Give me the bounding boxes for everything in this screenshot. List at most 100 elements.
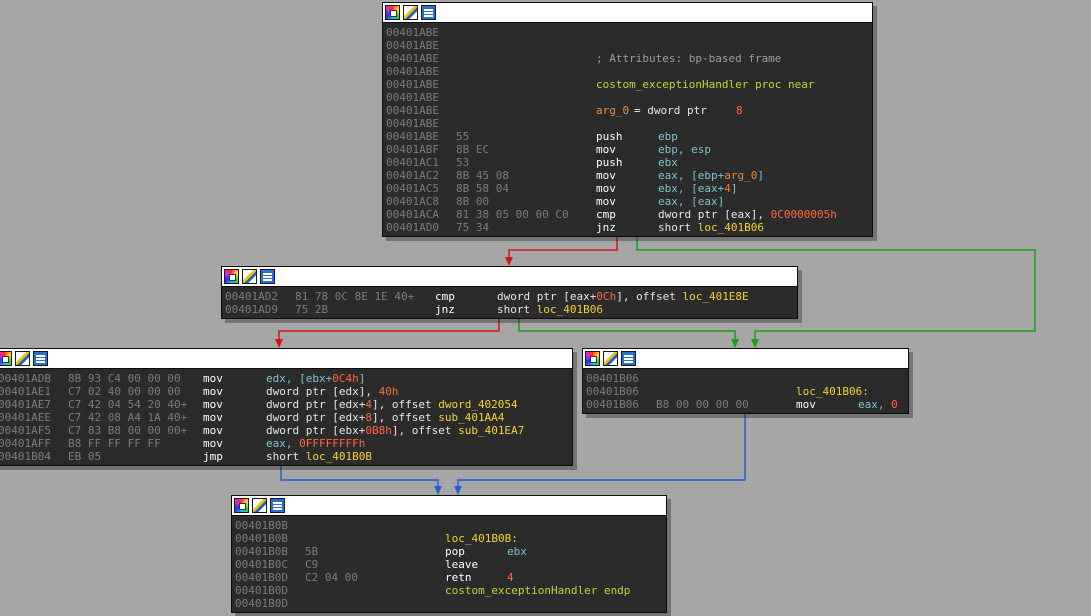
operand[interactable]: ebp, esp [658,143,711,156]
asm-line[interactable]: 00401ABE ; Attributes: bp-based frame [386,52,872,65]
address: 00401AFF [0,437,51,450]
operand-group[interactable]: short loc_401B06 [497,303,603,316]
asm-line[interactable]: 00401ABE [386,117,872,130]
jump-target-label[interactable]: loc_401B06 [698,221,764,234]
offset-label[interactable]: loc_401E8E [682,290,748,303]
operand-group[interactable]: short loc_401B06 [658,221,764,234]
asm-line[interactable]: 00401B0D [235,597,666,610]
graph-overview-icon[interactable] [270,498,285,513]
asm-line[interactable]: 00401AD9 75 2B jnz short loc_401B06 [225,303,797,316]
code-label[interactable]: loc_401B06: [796,385,869,398]
offset-label[interactable]: sub_401EA7 [458,424,524,437]
operand[interactable]: eax, [eax] [658,195,724,208]
operand-group[interactable]: dword ptr [eax+0Ch], offset loc_401E8E [497,290,749,303]
graph-node-401B06[interactable]: 00401B06 00401B06 loc_401B06: 00401B06 B8 … [582,348,909,414]
rename-pencil-icon[interactable] [603,351,618,366]
rename-pencil-icon[interactable] [15,351,30,366]
color-palette-icon[interactable] [585,351,600,366]
stack-var-name[interactable]: arg_0 [596,104,629,117]
jump-target-label[interactable]: loc_401B06 [537,303,603,316]
operand-group[interactable]: dword ptr [edx+8], offset sub_401AA4 [266,411,504,424]
asm-line[interactable]: 00401AD0 75 34 jnz short loc_401B06 [386,221,872,234]
operand[interactable]: ebp [658,130,678,143]
operand-stack-var[interactable]: arg_0 [724,169,757,182]
operand-group[interactable]: eax, 0FFFFFFFFh [266,437,365,450]
asm-line[interactable]: 00401B04 EB 05 jmp short loc_401B0B [0,450,572,463]
graph-overview-icon[interactable] [33,351,48,366]
operand-group[interactable]: dword ptr [edx], 40h [266,385,398,398]
operand-group[interactable]: dword ptr [ebx+0B8h], offset sub_401EA7 [266,424,524,437]
asm-line[interactable]: 00401ACA 81 38 05 00 00 C0 cmp dword ptr [e… [386,208,872,221]
address: 00401ABF [386,143,439,156]
asm-line[interactable]: 00401B0B 5B pop ebx [235,545,666,558]
graph-node-401ABE[interactable]: 00401ABE 00401ABE 00401ABE ; Attributes: … [382,2,873,237]
color-palette-icon[interactable] [0,351,12,366]
address: 00401B0D [235,571,288,584]
asm-line[interactable]: 00401B0D C2 04 00 retn 4 [235,571,666,584]
address: 00401AE1 [0,385,51,398]
asm-line[interactable]: 00401B0B loc_401B0B: [235,532,666,545]
operand[interactable]: ebx [658,156,678,169]
opcode-bytes: B8 00 00 00 00 [656,398,749,411]
asm-line[interactable]: 00401AC2 8B 45 08 mov eax, [ebp+arg_0] [386,169,872,182]
code-label[interactable]: loc_401B0B: [445,532,518,545]
asm-line[interactable]: 00401B06 [586,372,908,385]
proc-declaration[interactable]: costom_exceptionHandler proc near [596,78,815,91]
asm-line[interactable]: 00401ABE [386,26,872,39]
mnemonic: cmp [596,208,616,221]
operand-group[interactable]: short loc_401B0B [266,450,372,463]
asm-line[interactable]: 00401B0C C9 leave [235,558,666,571]
graph-overview-icon[interactable] [260,269,275,284]
operand-group[interactable]: eax, 0 [858,398,898,411]
graph-overview-icon[interactable] [421,5,436,20]
asm-line[interactable]: 00401B0D costom_exceptionHandler endp [235,584,666,597]
operand: eax, [266,437,300,450]
asm-line[interactable]: 00401ABE 55 push ebp [386,130,872,143]
asm-line[interactable]: 00401ABF 8B EC mov ebp, esp [386,143,872,156]
asm-line[interactable]: 00401AD2 81 78 0C 8E 1E 40+ cmp dword ptr [… [225,290,797,303]
operand-group[interactable]: eax, [ebp+arg_0] [658,169,764,182]
asm-line[interactable]: 00401AF5 C7 83 B8 00 00 00+ mov dword ptr [… [0,424,572,437]
asm-line[interactable]: 00401ABE [386,91,872,104]
rename-pencil-icon[interactable] [242,269,257,284]
asm-line[interactable]: 00401B0B [235,519,666,532]
mnemonic: mov [203,411,223,424]
opcode-bytes: 8B 00 [456,195,490,208]
jump-target-label[interactable]: loc_401B0B [306,450,372,463]
mnemonic: mov [796,398,816,411]
asm-line[interactable]: 00401ABE costom_exceptionHandler proc nea… [386,78,872,91]
operand-group[interactable]: edx, [ebx+0C4h] [266,372,365,385]
offset-label[interactable]: dword_402054 [438,398,517,411]
operand[interactable]: ebx [507,545,527,558]
proc-end-declaration[interactable]: costom_exceptionHandler endp [445,584,630,597]
asm-line[interactable]: 00401B06 loc_401B06: [586,385,908,398]
address: 00401AEE [0,411,51,424]
edge-false-n2-n3 [278,318,500,339]
asm-line[interactable]: 00401ABE [386,39,872,52]
color-palette-icon[interactable] [385,5,400,20]
asm-line[interactable]: 00401AEE C7 42 08 A4 1A 40+ mov dword ptr [… [0,411,572,424]
asm-line[interactable]: 00401AC5 8B 58 04 mov ebx, [eax+4] [386,182,872,195]
asm-line[interactable]: 00401ABE arg_0 = dword ptr 8 [386,104,872,117]
operand-group[interactable]: ebx, [eax+4] [658,182,737,195]
operand-group[interactable]: dword ptr [eax], 0C0000005h [658,208,837,221]
color-palette-icon[interactable] [224,269,239,284]
rename-pencil-icon[interactable] [403,5,418,20]
graph-overview-icon[interactable] [621,351,636,366]
graph-node-401AD2[interactable]: 00401AD2 81 78 0C 8E 1E 40+ cmp dword ptr [… [221,266,798,319]
graph-node-401B0B[interactable]: 00401B0B 00401B0B loc_401B0B: 00401B0B 5B p… [231,495,667,613]
rename-pencil-icon[interactable] [252,498,267,513]
operand-group[interactable]: dword ptr [edx+4], offset dword_402054 [266,398,518,411]
asm-line[interactable]: 00401ABE [386,65,872,78]
asm-line[interactable]: 00401AE7 C7 42 04 54 20 40+ mov dword ptr [… [0,398,572,411]
asm-line[interactable]: 00401AFF B8 FF FF FF FF mov eax, 0FFFFFFFFh [0,437,572,450]
offset-label[interactable]: sub_401AA4 [438,411,504,424]
asm-line[interactable]: 00401AC1 53 push ebx [386,156,872,169]
asm-line[interactable]: 00401ADB 8B 93 C4 00 00 00 mov edx, [ebx+0C… [0,372,572,385]
asm-line[interactable]: 00401AC8 8B 00 mov eax, [eax] [386,195,872,208]
asm-line[interactable]: 00401AE1 C7 02 40 00 00 00 mov dword ptr [e… [0,385,572,398]
mnemonic: push [596,130,623,143]
color-palette-icon[interactable] [234,498,249,513]
graph-node-401ADB[interactable]: 00401ADB 8B 93 C4 00 00 00 mov edx, [ebx+0C… [0,348,573,466]
asm-line[interactable]: 00401B06 B8 00 00 00 00 mov eax, 0 [586,398,908,411]
